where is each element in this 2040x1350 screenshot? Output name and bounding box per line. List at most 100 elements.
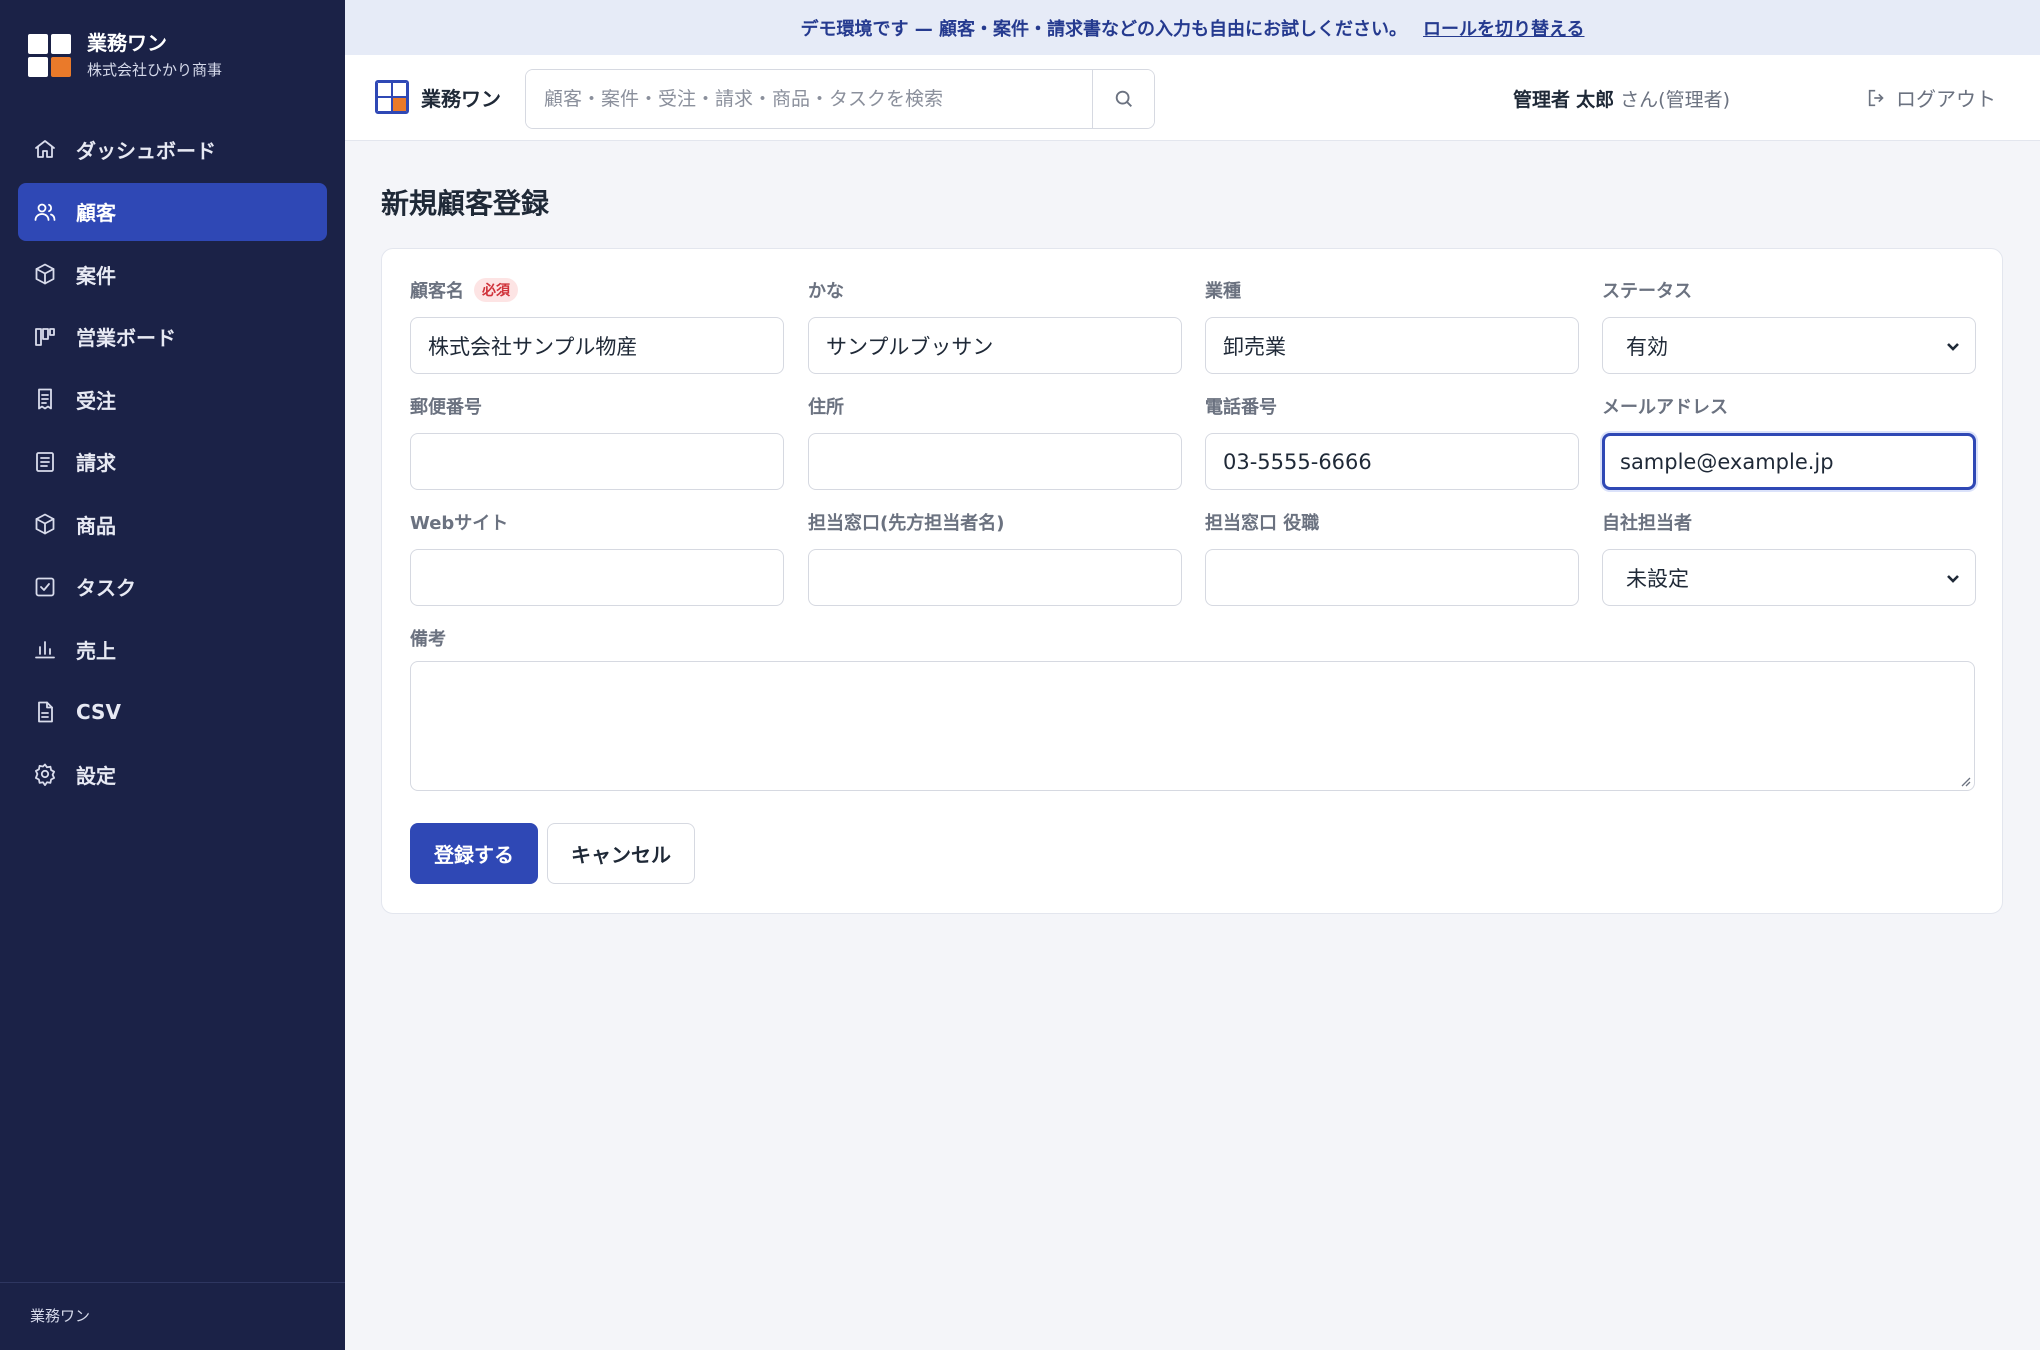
sidebar-item-csv[interactable]: CSV: [18, 683, 327, 741]
sidebar: 業務ワン 株式会社ひかり商事 ダッシュボード 顧客 案件 営業ボード 受注 請求: [0, 0, 345, 1350]
sidebar-item-settings[interactable]: 設定: [18, 745, 327, 803]
sidebar-item-label: 商品: [76, 513, 116, 538]
receipt-icon: [32, 386, 58, 412]
global-search: [525, 69, 1155, 129]
document-icon: [32, 449, 58, 475]
field-postal-code: 郵便番号: [410, 393, 784, 490]
user-role: 管理者: [1513, 89, 1571, 111]
website-input[interactable]: [410, 549, 784, 606]
search-icon: [1115, 90, 1132, 107]
submit-button[interactable]: 登録する: [410, 823, 538, 884]
header-brand[interactable]: 業務ワン: [375, 80, 501, 114]
cancel-button[interactable]: キャンセル: [547, 823, 695, 884]
sidebar-brand[interactable]: 業務ワン 株式会社ひかり商事: [28, 30, 222, 80]
owner-select-value: 未設定: [1626, 566, 1689, 591]
industry-input[interactable]: [1205, 317, 1579, 374]
search-input[interactable]: [526, 70, 1092, 128]
logo-icon: [375, 80, 409, 114]
package-icon: [32, 511, 58, 537]
users-icon: [32, 199, 58, 225]
field-label: ステータス: [1602, 281, 1692, 302]
field-kana: かな: [808, 277, 1182, 374]
switch-role-link[interactable]: ロールを切り替える: [1423, 15, 1584, 41]
notes-textarea[interactable]: [410, 661, 1975, 791]
sidebar-item-label: 請求: [76, 451, 116, 475]
kanban-icon: [32, 324, 58, 350]
kana-input[interactable]: [808, 317, 1182, 374]
contact-title-input[interactable]: [1205, 549, 1579, 606]
resize-handle-icon[interactable]: [1959, 775, 1971, 787]
chevron-down-icon: [1947, 342, 1959, 351]
field-industry: 業種: [1205, 277, 1579, 374]
sidebar-item-dashboard[interactable]: ダッシュボード: [18, 120, 327, 178]
status-select[interactable]: 有効: [1602, 317, 1976, 374]
box-icon: [32, 261, 58, 287]
sidebar-item-products[interactable]: 商品: [18, 495, 327, 553]
field-phone: 電話番号: [1205, 393, 1579, 490]
postal-code-input[interactable]: [410, 433, 784, 490]
sidebar-item-label: CSV: [76, 699, 121, 724]
owner-select[interactable]: 未設定: [1602, 549, 1976, 606]
sidebar-item-orders[interactable]: 受注: [18, 370, 327, 428]
required-badge: 必須: [474, 278, 518, 302]
field-label: Webサイト: [410, 513, 509, 534]
brand-name: 業務ワン: [87, 31, 167, 55]
field-label: 備考: [410, 629, 446, 650]
field-website: Webサイト: [410, 509, 784, 606]
sidebar-item-label: 売上: [76, 638, 116, 663]
field-label: 自社担当者: [1602, 513, 1692, 534]
file-icon: [32, 699, 58, 725]
sidebar-item-customers[interactable]: 顧客: [18, 182, 327, 241]
company-name: 株式会社ひかり商事: [87, 61, 223, 79]
sidebar-item-label: 設定: [76, 763, 116, 788]
sidebar-footer: 業務ワン: [0, 1282, 345, 1350]
logout-button[interactable]: ログアウト: [1866, 83, 1996, 112]
page-title: 新規顧客登録: [381, 187, 550, 220]
customer-name-input[interactable]: [410, 317, 784, 374]
bar-chart-icon: [32, 636, 58, 662]
field-label: 住所: [808, 397, 844, 418]
field-label: 郵便番号: [410, 397, 482, 418]
field-label: 電話番号: [1205, 397, 1277, 418]
sidebar-item-sales-board[interactable]: 営業ボード: [18, 308, 327, 366]
user-suffix: さん(管理者): [1620, 89, 1730, 111]
address-input[interactable]: [808, 433, 1182, 490]
logo-icon: [28, 33, 71, 77]
sidebar-item-label: 顧客: [76, 201, 116, 225]
sidebar-item-deals[interactable]: 案件: [18, 245, 327, 303]
phone-input[interactable]: [1205, 433, 1579, 490]
top-header: 業務ワン 管理者 太郎 さん(管理者) ログアウト: [345, 55, 2040, 141]
sidebar-item-label: ダッシュボード: [76, 138, 216, 163]
field-label: 業種: [1205, 281, 1241, 302]
home-icon: [32, 136, 58, 162]
header-brand-name: 業務ワン: [421, 86, 501, 111]
sidebar-item-invoices[interactable]: 請求: [18, 433, 327, 491]
sidebar-item-tasks[interactable]: タスク: [18, 558, 327, 616]
field-address: 住所: [808, 393, 1182, 490]
field-owner: 自社担当者 未設定: [1602, 509, 1976, 606]
sidebar-item-label: 案件: [76, 263, 116, 288]
sidebar-item-label: 受注: [76, 388, 116, 413]
email-input[interactable]: [1602, 433, 1976, 490]
sidebar-item-sales[interactable]: 売上: [18, 620, 327, 678]
field-notes: 備考: [410, 625, 784, 651]
field-label: メールアドレス: [1602, 397, 1728, 418]
search-button[interactable]: [1092, 70, 1154, 128]
field-label: かな: [808, 281, 844, 302]
field-contact-person: 担当窓口(先方担当者名): [808, 509, 1182, 606]
contact-person-input[interactable]: [808, 549, 1182, 606]
sidebar-nav: ダッシュボード 顧客 案件 営業ボード 受注 請求 商品 タスク 売上 CSV …: [18, 120, 327, 808]
demo-banner: デモ環境です — 顧客・案件・請求書などの入力も自由にお試しください。 ロールを…: [345, 0, 2040, 55]
field-label: 顧客名: [410, 281, 464, 302]
field-email: メールアドレス: [1602, 393, 1976, 490]
user-name: 太郎: [1576, 89, 1615, 111]
gear-icon: [32, 761, 58, 787]
sidebar-item-label: 営業ボード: [76, 326, 176, 350]
customer-form: 顧客名 必須 かな 業種 ステータス 有効 郵便番号 住所 電話番号 メールアド…: [381, 248, 2003, 914]
demo-banner-text: デモ環境です — 顧客・案件・請求書などの入力も自由にお試しください。: [800, 18, 1408, 40]
field-customer-name: 顧客名 必須: [410, 277, 784, 374]
status-select-value: 有効: [1626, 334, 1668, 359]
logout-label: ログアウト: [1896, 87, 1996, 111]
current-user: 管理者 太郎 さん(管理者): [1513, 85, 1730, 112]
field-label: 担当窓口(先方担当者名): [808, 513, 1005, 534]
